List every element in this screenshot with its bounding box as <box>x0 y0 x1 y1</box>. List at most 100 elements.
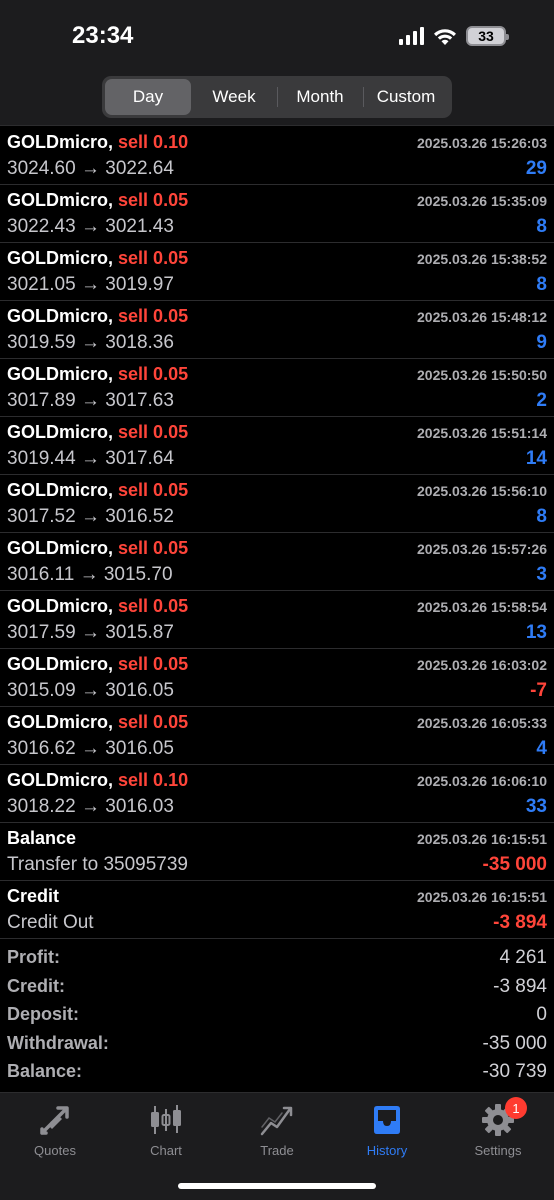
period-custom[interactable]: Custom <box>363 79 449 115</box>
deal-row[interactable]: GOLDmicro, sell 0.10 2025.03.26 15:26:03… <box>0 127 554 185</box>
summary-label: Withdrawal: <box>7 1032 109 1053</box>
deal-profit: 8 <box>536 274 547 295</box>
tab-label: Settings <box>474 1143 522 1158</box>
deal-title: GOLDmicro, sell 0.05 <box>7 364 188 385</box>
deal-side: sell 0.05 <box>118 306 189 326</box>
deal-row[interactable]: GOLDmicro, sell 0.05 2025.03.26 15:48:12… <box>0 301 554 359</box>
deal-title: GOLDmicro, sell 0.05 <box>7 712 188 733</box>
deal-prices: 3024.60 → 3022.64 <box>7 158 174 180</box>
deal-prices: 3017.89 → 3017.63 <box>7 390 174 412</box>
price-close: 3019.97 <box>105 274 174 295</box>
price-close: 3018.36 <box>105 332 174 353</box>
candlestick-icon <box>121 1101 211 1139</box>
deal-prices: 3017.52 → 3016.52 <box>7 506 174 528</box>
deal-symbol: GOLDmicro, <box>7 538 114 558</box>
tab-quotes[interactable]: Quotes <box>10 1101 100 1158</box>
deal-profit: 9 <box>536 332 547 353</box>
summary-value: -3 894 <box>493 975 547 997</box>
summary-label: Credit: <box>7 975 65 996</box>
deal-date: 2025.03.26 15:56:10 <box>417 483 547 499</box>
summary-profit: Profit: 4 261 <box>0 944 554 973</box>
tab-chart[interactable]: Chart <box>121 1101 211 1158</box>
price-close: 3017.63 <box>105 390 174 411</box>
arrow-right-icon: → <box>80 158 100 179</box>
price-open: 3019.59 <box>7 332 76 353</box>
price-open: 3024.60 <box>7 158 76 179</box>
summary-value: -35 000 <box>482 1032 547 1054</box>
deal-title: GOLDmicro, sell 0.05 <box>7 190 188 211</box>
price-open: 3016.11 <box>7 564 75 585</box>
deal-symbol: GOLDmicro, <box>7 596 114 616</box>
period-day[interactable]: Day <box>105 79 191 115</box>
deal-profit: 14 <box>525 448 547 469</box>
deal-side: sell 0.05 <box>118 248 189 268</box>
deal-profit: 3 <box>536 564 547 585</box>
deal-row[interactable]: GOLDmicro, sell 0.05 2025.03.26 15:38:52… <box>0 243 554 301</box>
deal-row[interactable]: GOLDmicro, sell 0.05 2025.03.26 15:50:50… <box>0 359 554 417</box>
deal-row[interactable]: GOLDmicro, sell 0.10 2025.03.26 16:06:10… <box>0 765 554 823</box>
deal-prices: 3015.09 → 3016.05 <box>7 680 174 702</box>
deal-title: GOLDmicro, sell 0.05 <box>7 654 188 675</box>
wifi-icon <box>432 26 458 46</box>
credit-operation-row[interactable]: Credit 2025.03.26 16:15:51 Credit Out -3… <box>0 881 554 939</box>
tab-history[interactable]: History <box>342 1101 432 1158</box>
tab-label: Chart <box>150 1143 182 1158</box>
period-month[interactable]: Month <box>277 79 363 115</box>
deal-side: sell 0.05 <box>118 538 189 558</box>
operation-comment: Credit Out <box>7 912 94 933</box>
arrow-right-icon: → <box>80 332 100 353</box>
gear-icon: 1 <box>453 1097 543 1139</box>
deal-prices: 3016.11 → 3015.70 <box>7 564 173 586</box>
deal-row[interactable]: GOLDmicro, sell 0.05 2025.03.26 15:51:14… <box>0 417 554 475</box>
period-selector-area: Day Week Month Custom <box>0 70 554 126</box>
deal-prices: 3017.59 → 3015.87 <box>7 622 174 644</box>
deal-row[interactable]: GOLDmicro, sell 0.05 2025.03.26 16:03:02… <box>0 649 554 707</box>
tab-label: History <box>366 1143 408 1158</box>
summary-credit: Credit: -3 894 <box>0 973 554 1002</box>
deal-row[interactable]: GOLDmicro, sell 0.05 2025.03.26 15:35:09… <box>0 185 554 243</box>
deal-date: 2025.03.26 15:26:03 <box>417 135 547 151</box>
deal-date: 2025.03.26 15:50:50 <box>417 367 547 383</box>
deal-symbol: GOLDmicro, <box>7 248 114 268</box>
deal-date: 2025.03.26 15:58:54 <box>417 599 547 615</box>
arrow-right-icon: → <box>80 506 100 527</box>
history-list: GOLDmicro, sell 0.10 2025.03.26 15:26:03… <box>0 127 554 939</box>
deal-profit: 4 <box>536 738 547 759</box>
deal-title: GOLDmicro, sell 0.05 <box>7 248 188 269</box>
home-indicator <box>178 1183 376 1189</box>
balance-operation-row[interactable]: Balance 2025.03.26 16:15:51 Transfer to … <box>0 823 554 881</box>
summary-label: Balance: <box>7 1061 83 1081</box>
deal-title: GOLDmicro, sell 0.05 <box>7 538 188 559</box>
deal-row[interactable]: GOLDmicro, sell 0.05 2025.03.26 15:56:10… <box>0 475 554 533</box>
deal-symbol: GOLDmicro, <box>7 422 114 442</box>
summary-value: 0 <box>536 1004 547 1025</box>
price-close: 3017.64 <box>105 448 174 469</box>
price-open: 3017.89 <box>7 390 76 411</box>
deal-side: sell 0.10 <box>118 132 189 152</box>
deal-date: 2025.03.26 15:51:14 <box>417 425 547 441</box>
price-close: 3021.43 <box>105 216 174 237</box>
deal-row[interactable]: GOLDmicro, sell 0.05 2025.03.26 16:05:33… <box>0 707 554 765</box>
deal-symbol: GOLDmicro, <box>7 190 114 210</box>
deal-date: 2025.03.26 15:35:09 <box>417 193 547 209</box>
deal-row[interactable]: GOLDmicro, sell 0.05 2025.03.26 15:58:54… <box>0 591 554 649</box>
deal-profit: 33 <box>525 796 547 817</box>
summary-deposit: Deposit: 0 <box>0 1001 554 1030</box>
period-week[interactable]: Week <box>191 79 277 115</box>
deal-prices: 3021.05 → 3019.97 <box>7 274 174 296</box>
status-bar: 23:34 33 <box>0 0 554 70</box>
deal-side: sell 0.05 <box>118 596 189 616</box>
deal-date: 2025.03.26 15:48:12 <box>417 309 547 325</box>
deal-side: sell 0.05 <box>118 480 189 500</box>
deal-prices: 3016.62 → 3016.05 <box>7 738 174 760</box>
tab-trade[interactable]: Trade <box>232 1101 322 1158</box>
deal-row[interactable]: GOLDmicro, sell 0.05 2025.03.26 15:57:26… <box>0 533 554 591</box>
price-close: 3016.03 <box>105 796 174 817</box>
price-close: 3016.05 <box>105 680 174 701</box>
trade-chart-icon <box>232 1101 322 1139</box>
tab-settings[interactable]: 1 Settings <box>453 1097 543 1158</box>
deal-date: 2025.03.26 16:06:10 <box>417 773 547 789</box>
summary-withdrawal: Withdrawal: -35 000 <box>0 1030 554 1059</box>
tab-label: Quotes <box>34 1143 76 1158</box>
price-open: 3022.43 <box>7 216 76 237</box>
